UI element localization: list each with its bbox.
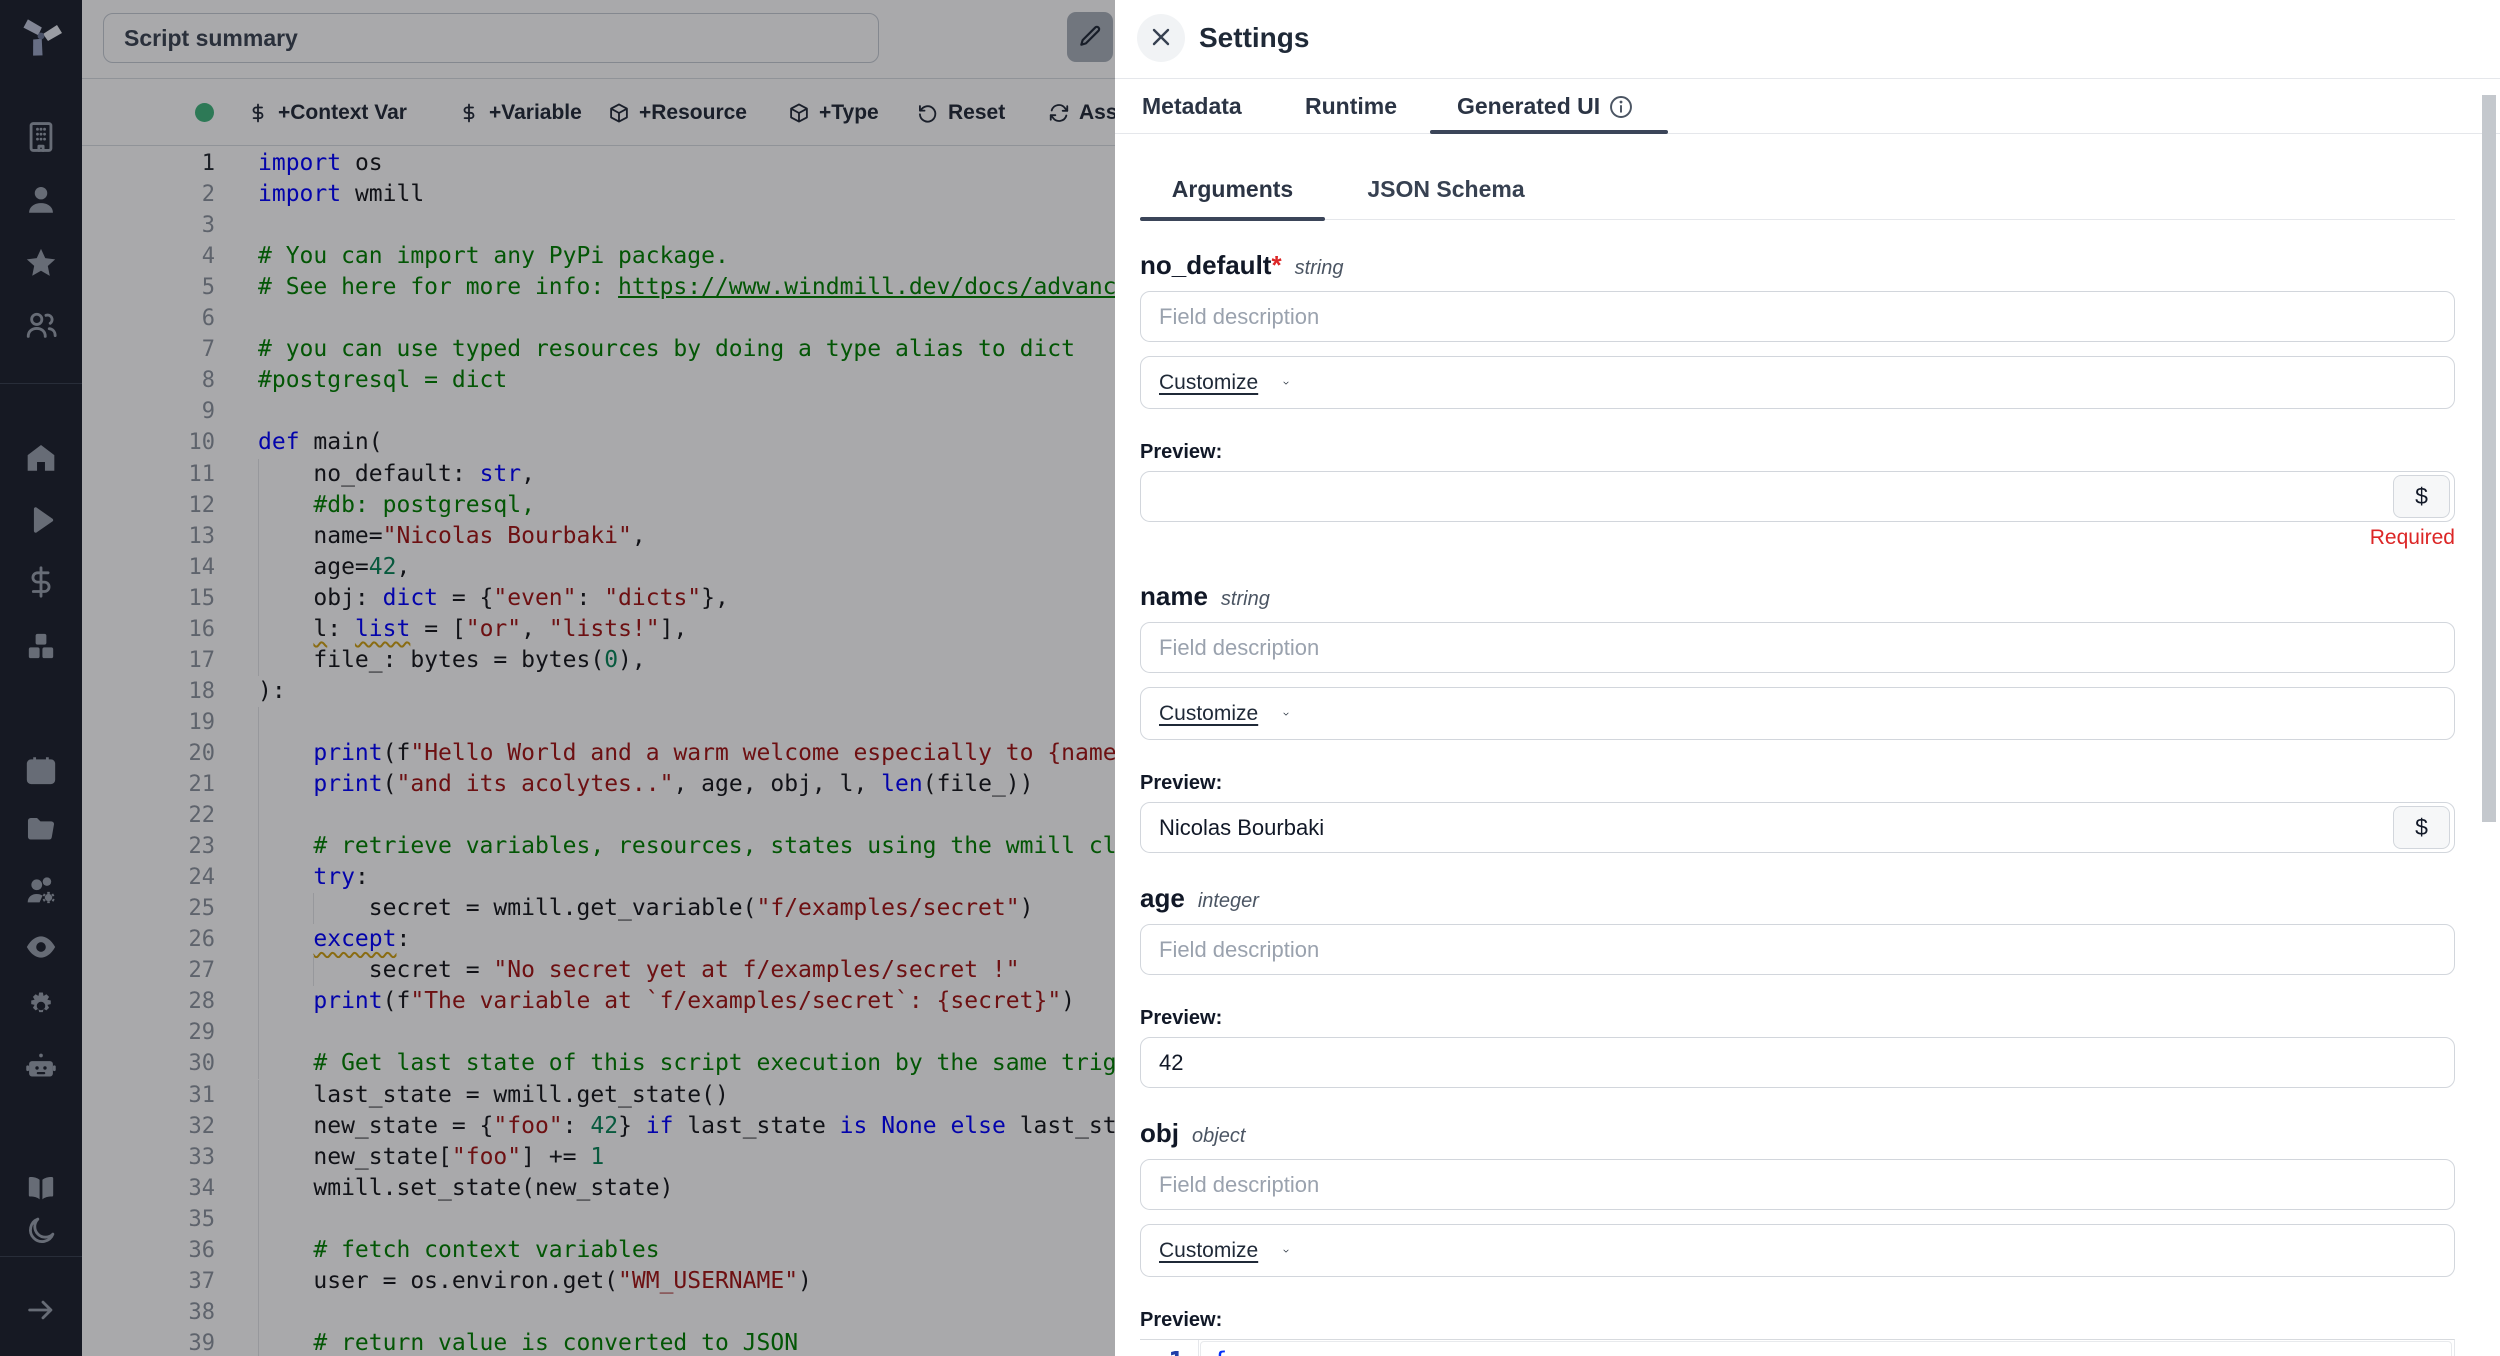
field-description-input-age[interactable] (1140, 924, 2455, 975)
field-name: age (1140, 883, 1185, 914)
chevron-down-icon (1270, 704, 1290, 724)
chevron-down-icon (1270, 1241, 1290, 1261)
json-code-line: 1{ (1140, 1340, 2454, 1356)
field-name: name (1140, 581, 1208, 612)
preview-input-name[interactable] (1140, 802, 2455, 853)
generated-ui-subtabs: Arguments JSON Schema (1140, 158, 2455, 220)
required-note: Required (1140, 526, 2455, 551)
insert-variable-button[interactable]: $ (2393, 475, 2450, 518)
tab-generated-ui[interactable]: Generated UI (1457, 79, 1634, 134)
field-description-input-no_default[interactable] (1140, 291, 2455, 342)
info-icon[interactable] (1608, 94, 1634, 120)
subtab-json-schema[interactable]: JSON Schema (1351, 158, 1541, 220)
field-type: string (1221, 588, 1270, 611)
chevron-down-icon (1270, 373, 1290, 393)
preview-input-age[interactable] (1140, 1037, 2455, 1088)
field-type: object (1192, 1125, 1245, 1148)
preview-row-no_default: $ (1140, 471, 2455, 522)
customize-expander-obj[interactable]: Customize (1140, 1224, 2455, 1277)
field-label-no_default: no_default* string (1140, 250, 2455, 283)
settings-drawer: Settings Metadata Runtime Generated UI Arg… (1115, 0, 2500, 1356)
preview-row-name: $ (1140, 802, 2455, 853)
preview-row-age (1140, 1037, 2455, 1088)
code-text: { (1212, 1340, 1228, 1356)
close-icon (1149, 25, 1173, 52)
required-asterisk: * (1271, 250, 1281, 281)
drawer-content: Arguments JSON Schema no_default* string Cus… (1140, 134, 2455, 1356)
customize-link[interactable]: Customize (1159, 1239, 1258, 1263)
field-type: integer (1198, 890, 1259, 913)
preview-label: Preview: (1140, 772, 2455, 796)
field-description-input-name[interactable] (1140, 622, 2455, 673)
settings-tabs: Metadata Runtime Generated UI (1115, 79, 2500, 134)
field-name: no_default (1140, 250, 1271, 281)
json-preview-editor[interactable]: 1{2 "even": "dicts" (1140, 1339, 2455, 1356)
tab-label: Runtime (1305, 93, 1397, 120)
preview-label: Preview: (1140, 441, 2455, 465)
drawer-title: Settings (1199, 22, 1309, 54)
field-type: string (1295, 257, 1344, 280)
field-label-name: name string (1140, 581, 2455, 614)
preview-input-no_default[interactable] (1140, 471, 2455, 522)
customize-expander-no_default[interactable]: Customize (1140, 356, 2455, 409)
preview-label: Preview: (1140, 1007, 2455, 1031)
tab-runtime[interactable]: Runtime (1305, 79, 1397, 134)
insert-variable-button[interactable]: $ (2393, 806, 2450, 849)
tab-label: Generated UI (1457, 93, 1600, 120)
customize-expander-name[interactable]: Customize (1140, 687, 2455, 740)
field-name: obj (1140, 1118, 1179, 1149)
active-subtab-underline (1140, 217, 1325, 221)
preview-label: Preview: (1140, 1309, 2455, 1333)
drawer-header: Settings (1115, 0, 2500, 79)
tab-metadata[interactable]: Metadata (1142, 79, 1242, 134)
field-description-input-obj[interactable] (1140, 1159, 2455, 1210)
close-button[interactable] (1137, 14, 1185, 62)
tab-label: Metadata (1142, 93, 1242, 120)
customize-link[interactable]: Customize (1159, 371, 1258, 395)
drawer-scrollbar[interactable] (2482, 95, 2496, 822)
customize-link[interactable]: Customize (1159, 702, 1258, 726)
line-number: 1 (1140, 1340, 1184, 1356)
field-label-age: age integer (1140, 883, 2455, 916)
subtab-arguments[interactable]: Arguments (1140, 158, 1325, 220)
drawer-backdrop[interactable] (0, 0, 1115, 1356)
windmill-script-editor: +Context Var+Variable+Resource+TypeReset… (0, 0, 2500, 1356)
field-label-obj: obj object (1140, 1118, 2455, 1151)
